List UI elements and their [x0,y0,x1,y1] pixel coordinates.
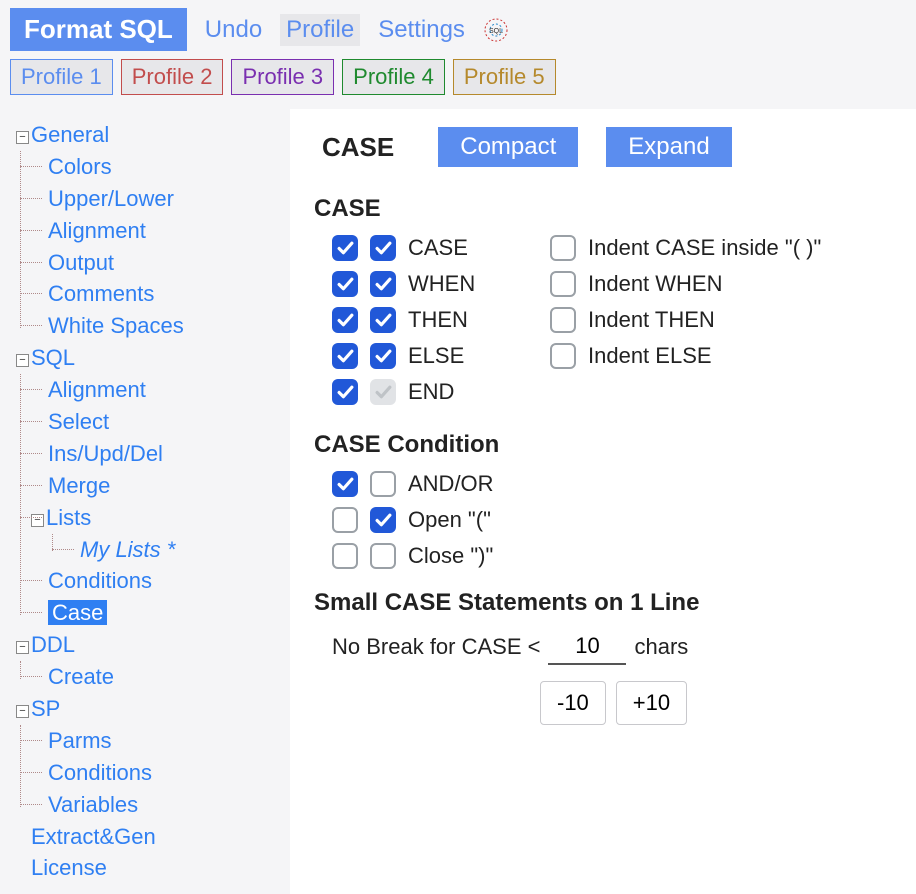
tree-expander[interactable]: − [16,705,29,718]
tree-create[interactable]: Create [48,664,114,689]
indent-when-cb[interactable] [550,271,576,297]
cond-row-label: Close ")" [408,543,493,569]
indent-row-label: Indent THEN [588,307,715,333]
tree-case[interactable]: Case [48,600,107,625]
undo-link[interactable]: Undo [205,16,262,44]
tree-expander[interactable]: − [16,641,29,654]
case-end-cb1[interactable] [332,379,358,405]
small-case-heading: Small CASE Statements on 1 Line [314,589,892,617]
plus-10-button[interactable]: +10 [616,681,687,725]
tree-general[interactable]: General [31,122,109,147]
expand-button[interactable]: Expand [606,127,731,167]
tree-output[interactable]: Output [48,250,114,275]
indent-then-cb[interactable] [550,307,576,333]
cond-1-cb2[interactable] [370,507,396,533]
tree-mylists[interactable]: My Lists * [80,537,175,562]
case-row-label: END [408,379,498,405]
profile-tab-2[interactable]: Profile 2 [121,59,224,95]
profile-tab-5[interactable]: Profile 5 [453,59,556,95]
case-row-label: WHEN [408,271,498,297]
indent-row-label: Indent CASE inside "( )" [588,235,821,261]
svg-text:SQL: SQL [489,28,503,35]
no-break-chars-input[interactable] [548,629,626,665]
indent-else-cb[interactable] [550,343,576,369]
cond-2-cb1[interactable] [332,543,358,569]
tree-sql[interactable]: SQL [31,345,75,370]
cond-1-cb1[interactable] [332,507,358,533]
sidebar-tree: −General Colors Upper/Lower Alignment Ou… [0,109,290,894]
case-when-cb2[interactable] [370,271,396,297]
case-else-cb1[interactable] [332,343,358,369]
profile-tab-1[interactable]: Profile 1 [10,59,113,95]
cond-0-cb1[interactable] [332,471,358,497]
cond-row-label: Open "(" [408,507,491,533]
minus-10-button[interactable]: -10 [540,681,606,725]
tree-merge[interactable]: Merge [48,473,110,498]
case-end-cb2 [370,379,396,405]
indent-case-cb[interactable] [550,235,576,261]
tree-expander[interactable]: − [16,131,29,144]
profile-tab-3[interactable]: Profile 3 [231,59,334,95]
tree-upperlower[interactable]: Upper/Lower [48,186,174,211]
case-case-cb1[interactable] [332,235,358,261]
case-when-cb1[interactable] [332,271,358,297]
case-cond-heading: CASE Condition [314,431,892,459]
case-row-label: ELSE [408,343,498,369]
page-title: CASE [322,132,394,163]
tree-conditions-sql[interactable]: Conditions [48,568,152,593]
tree-alignment-general[interactable]: Alignment [48,218,146,243]
tree-license[interactable]: License [31,855,107,880]
case-case-cb2[interactable] [370,235,396,261]
tree-sp[interactable]: SP [31,696,60,721]
indent-row-label: Indent WHEN [588,271,723,297]
tree-extractgen[interactable]: Extract&Gen [31,824,156,849]
tree-insupddel[interactable]: Ins/Upd/Del [48,441,163,466]
tree-variables[interactable]: Variables [48,792,138,817]
compact-button[interactable]: Compact [438,127,578,167]
tree-select[interactable]: Select [48,409,109,434]
no-break-label-suffix: chars [634,634,688,660]
tree-expander[interactable]: − [16,354,29,367]
tree-expander[interactable]: − [31,514,44,527]
case-section-heading: CASE [314,195,892,223]
profile-tab-4[interactable]: Profile 4 [342,59,445,95]
profile-link[interactable]: Profile [280,14,360,46]
tree-whitespaces[interactable]: White Spaces [48,313,184,338]
cond-0-cb2[interactable] [370,471,396,497]
case-then-cb2[interactable] [370,307,396,333]
case-row-label: THEN [408,307,498,333]
settings-link[interactable]: Settings [378,16,465,44]
format-sql-button[interactable]: Format SQL [10,8,187,51]
tree-conditions-sp[interactable]: Conditions [48,760,152,785]
tree-ddl[interactable]: DDL [31,632,75,657]
tree-lists[interactable]: Lists [46,505,91,530]
case-then-cb1[interactable] [332,307,358,333]
tree-parms[interactable]: Parms [48,728,112,753]
cond-row-label: AND/OR [408,471,494,497]
tree-comments[interactable]: Comments [48,281,154,306]
sql-logo-icon: SQL [483,17,509,43]
cond-2-cb2[interactable] [370,543,396,569]
no-break-label-prefix: No Break for CASE < [332,634,540,660]
tree-alignment-sql[interactable]: Alignment [48,377,146,402]
tree-colors[interactable]: Colors [48,154,112,179]
case-row-label: CASE [408,235,498,261]
case-else-cb2[interactable] [370,343,396,369]
indent-row-label: Indent ELSE [588,343,712,369]
